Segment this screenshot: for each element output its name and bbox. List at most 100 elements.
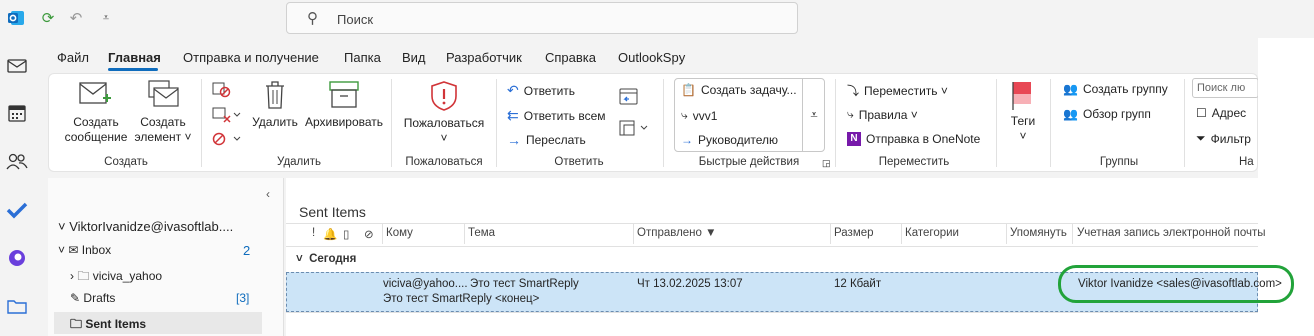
- column-importance[interactable]: !: [312, 227, 315, 239]
- divider: [286, 223, 1258, 224]
- reminder-icon[interactable]: 🔔: [323, 227, 337, 241]
- new-message-button[interactable]: Создать сообщение: [59, 115, 133, 145]
- outlook-logo-icon[interactable]: [6, 8, 26, 28]
- folder-icon[interactable]: [5, 294, 29, 318]
- message-list: Sent Items ! 🔔 ▯ ⊘ Кому Тема Отправлено …: [286, 178, 1266, 336]
- tab-home[interactable]: Главная: [108, 50, 161, 65]
- mail-icon[interactable]: [5, 54, 29, 78]
- new-item-button[interactable]: Создать элемент ˅: [131, 115, 195, 145]
- filter-label: Фильтр: [1210, 131, 1251, 146]
- group-header-today[interactable]: ˅ Сегодня: [296, 253, 356, 265]
- column-sent[interactable]: Отправлено ▼: [637, 227, 717, 239]
- people-icon: 👥: [1063, 107, 1078, 121]
- meeting-reply-icon[interactable]: [619, 86, 639, 109]
- reply-label: Ответить: [523, 83, 576, 98]
- reply-button[interactable]: ↶ Ответить: [507, 82, 575, 99]
- column-separator: [1072, 224, 1073, 244]
- move-button[interactable]: ⤵ Переместить ˅: [847, 82, 948, 99]
- group-label-quick-steps: Быстрые действия: [698, 156, 800, 168]
- more-respond-icon[interactable]: [619, 118, 653, 141]
- unread-count: 2: [243, 243, 251, 258]
- column-separator: [633, 224, 634, 244]
- move-label: Переместить ˅: [864, 83, 948, 98]
- quick-step-create-task[interactable]: 📋 Создать задачу...: [681, 83, 797, 97]
- clipboard-icon: 📋: [681, 83, 696, 97]
- delete-button[interactable]: Удалить: [249, 115, 301, 130]
- row-subject: Это тест SmartReply: [470, 278, 579, 290]
- tab-help[interactable]: Справка: [545, 50, 596, 65]
- ribbon-separator: [996, 79, 997, 167]
- forward-icon: →: [681, 133, 693, 147]
- quick-step-to-manager[interactable]: → Руководителю: [681, 133, 778, 147]
- tab-folder[interactable]: Папка: [344, 50, 381, 65]
- rules-button[interactable]: ⤷ Правила ˅: [847, 107, 918, 122]
- drafts-icon: ✎: [70, 291, 81, 305]
- tab-outlookspy[interactable]: OutlookSpy: [618, 50, 685, 65]
- tab-send-receive[interactable]: Отправка и получение: [183, 50, 319, 65]
- column-sent-label: Отправлено: [637, 227, 702, 239]
- column-email-account[interactable]: Учетная запись электронной почты: [1077, 227, 1266, 239]
- archive-button[interactable]: Архивировать: [301, 115, 387, 130]
- draft-count: [3]: [236, 291, 250, 305]
- reply-icon: ↶: [507, 82, 519, 98]
- row-sent: Чт 13.02.2025 13:07: [637, 278, 743, 290]
- calendar-icon[interactable]: [5, 101, 29, 125]
- folder-sent-items[interactable]: 🗀 Sent Items: [70, 315, 146, 336]
- folder-name: Sent Items: [85, 317, 147, 331]
- sync-icon[interactable]: ⟳: [38, 8, 58, 28]
- column-categories[interactable]: Категории: [905, 227, 959, 239]
- tags-button[interactable]: Теги ˅: [1001, 114, 1045, 144]
- account-node[interactable]: ˅ ViktorIvanidze@ivasoftlab....: [58, 219, 233, 234]
- folder-drafts[interactable]: ✎ Drafts: [70, 291, 115, 305]
- report-button[interactable]: Пожаловаться ˅: [399, 116, 489, 146]
- browse-groups-button[interactable]: 👥 Обзор групп: [1063, 107, 1151, 121]
- filter-email-button[interactable]: ⏷ Фильтр: [1196, 131, 1251, 146]
- folder-icon: 🗀: [77, 269, 90, 283]
- row-size: 12 Кбайт: [834, 278, 882, 290]
- undo-icon[interactable]: ↶: [66, 8, 86, 28]
- folder-inbox[interactable]: ˅ ✉ Inbox: [58, 243, 111, 257]
- create-group-label: Создать группу: [1082, 82, 1168, 96]
- flag-icon: [1011, 80, 1033, 113]
- search-people-input[interactable]: Поиск лю: [1192, 78, 1259, 98]
- icon-column-icon[interactable]: ▯: [343, 227, 349, 241]
- dialog-launcher-icon[interactable]: ◲: [822, 158, 831, 169]
- search-box[interactable]: ⚲ Поиск: [286, 2, 798, 34]
- inbox-icon: ✉: [68, 243, 79, 257]
- report-label: Пожаловаться: [403, 116, 485, 130]
- tab-view[interactable]: Вид: [402, 50, 426, 65]
- create-group-button[interactable]: 👥 Создать группу: [1063, 82, 1168, 96]
- folder-viciva-yahoo[interactable]: › 🗀 viciva_yahoo: [70, 267, 162, 288]
- people-add-icon: 👥: [1063, 82, 1078, 96]
- tab-file[interactable]: Файл: [57, 50, 89, 65]
- tags-label: Теги: [1010, 114, 1036, 128]
- customize-icon[interactable]: ⩡: [96, 8, 116, 28]
- column-subject[interactable]: Тема: [468, 227, 495, 239]
- account-name: ViktorIvanidze@ivasoftlab....: [69, 219, 234, 234]
- column-separator: [901, 224, 902, 244]
- address-book-button[interactable]: ☐ Адрес: [1196, 106, 1246, 120]
- forward-button[interactable]: → Переслать: [507, 132, 586, 148]
- attachment-icon[interactable]: ⊘: [364, 227, 374, 241]
- column-size[interactable]: Размер: [834, 227, 874, 239]
- junk-icon[interactable]: [212, 131, 242, 150]
- folder-name: Drafts: [83, 291, 116, 305]
- onenote-label: Отправка в OneNote: [866, 132, 981, 146]
- quick-step-vvv1[interactable]: ⤷ vvv1: [681, 108, 717, 123]
- annotation-highlight-ring: [1058, 265, 1294, 303]
- reply-all-button[interactable]: ⇇ Ответить всем: [507, 107, 606, 124]
- column-mention[interactable]: Упомянуть: [1010, 227, 1067, 239]
- people-icon[interactable]: [5, 149, 29, 173]
- tab-developer[interactable]: Разработчик: [446, 50, 522, 65]
- ignore-icon[interactable]: [212, 82, 238, 101]
- chevron-right-icon: ›: [70, 269, 74, 283]
- quick-steps-expand-button[interactable]: ⩡: [802, 78, 825, 152]
- copilot-icon[interactable]: [5, 246, 29, 270]
- collapse-pane-icon[interactable]: ‹: [266, 187, 270, 201]
- send-to-onenote-button[interactable]: N Отправка в OneNote: [847, 132, 980, 146]
- ribbon-separator: [496, 79, 497, 167]
- todo-icon[interactable]: [5, 198, 29, 222]
- column-to[interactable]: Кому: [386, 227, 413, 239]
- cleanup-icon[interactable]: [212, 107, 242, 126]
- move-to-folder-icon: ⤷: [681, 108, 688, 122]
